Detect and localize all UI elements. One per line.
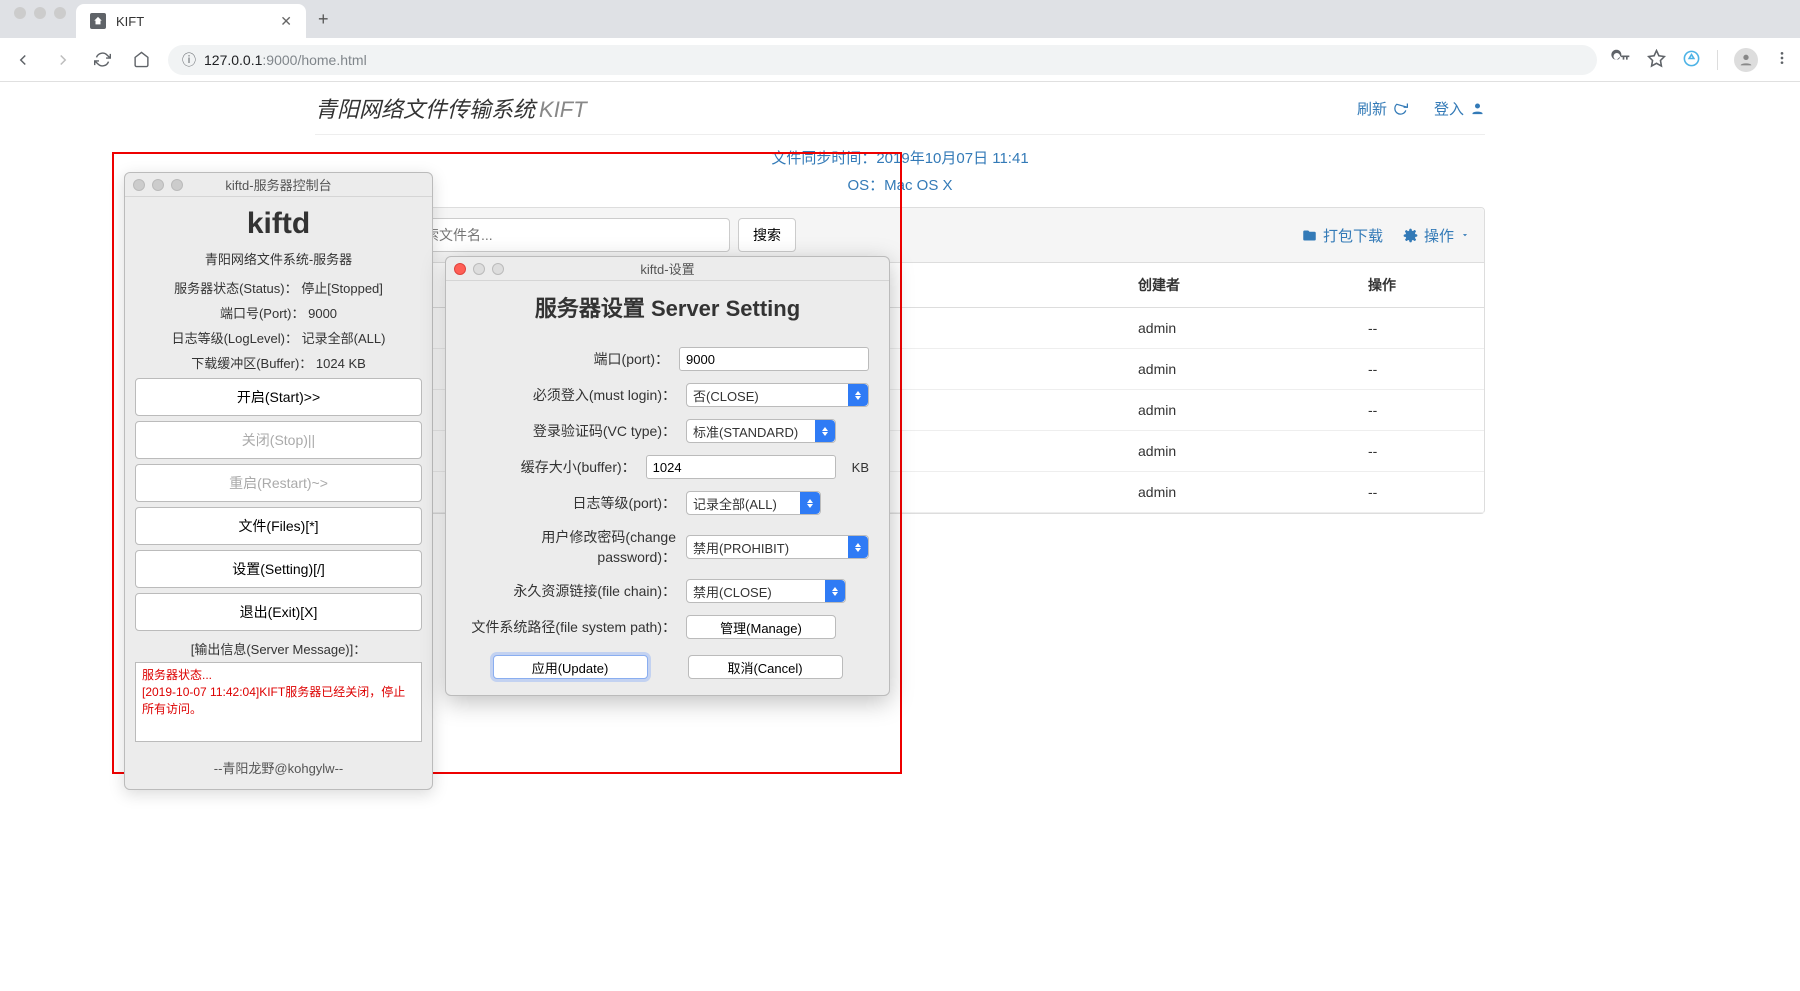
mustlogin-label: 必须登入(must login)： [466, 385, 676, 405]
os-info: OS：Mac OS X [315, 174, 1485, 207]
chevron-updown-icon [848, 536, 868, 558]
search-button[interactable]: 搜索 [738, 218, 796, 252]
buffer-unit: KB [852, 460, 869, 475]
settings-titlebar[interactable]: kiftd-设置 [446, 257, 889, 281]
mustlogin-select[interactable]: 否(CLOSE) [686, 383, 869, 407]
separator [1717, 50, 1718, 70]
chevron-updown-icon [848, 384, 868, 406]
chevron-updown-icon [800, 492, 820, 514]
chevron-updown-icon [825, 580, 845, 602]
status-line: 服务器状态(Status)： 停止[Stopped] [135, 278, 422, 297]
fspath-label: 文件系统路径(file system path)： [466, 617, 676, 637]
traffic-minimize[interactable] [34, 7, 46, 19]
tab-close-icon[interactable]: ✕ [280, 13, 292, 30]
kiftd-console-window: kiftd-服务器控制台 kiftd 青阳网络文件系统-服务器 服务器状态(St… [124, 172, 433, 790]
browser-tabstrip: KIFT ✕ + [0, 0, 1800, 38]
profile-avatar[interactable] [1734, 48, 1758, 72]
key-icon[interactable] [1611, 48, 1631, 71]
console-titlebar[interactable]: kiftd-服务器控制台 [125, 173, 432, 197]
console-footer: --青阳龙野@kohgylw-- [135, 758, 422, 777]
new-tab-button[interactable]: + [306, 9, 341, 30]
brand-title: 青阳网络文件传输系统KIFT [315, 92, 587, 124]
buffer-label: 缓存大小(buffer)： [466, 457, 636, 477]
toolbar-right [1611, 48, 1790, 72]
cell-creator: admin [1124, 431, 1354, 472]
th-action: 操作 [1354, 263, 1484, 308]
console-logo: kiftd [135, 207, 422, 241]
vctype-label: 登录验证码(VC type)： [466, 421, 676, 441]
restart-button[interactable]: 重启(Restart)~> [135, 464, 422, 502]
tab-favicon-icon [90, 13, 106, 29]
settings-heading: 服务器设置 Server Setting [446, 281, 889, 331]
address-bar[interactable]: ⓘ 127.0.0.1:9000/home.html [168, 45, 1597, 75]
cell-creator: admin [1124, 472, 1354, 513]
url-text: 127.0.0.1:9000/home.html [204, 52, 367, 68]
console-title: kiftd-服务器控制台 [125, 175, 432, 194]
settings-window: kiftd-设置 服务器设置 Server Setting 端口(port)： … [445, 256, 890, 696]
cell-action: -- [1354, 308, 1484, 349]
log-line: 日志等级(LogLevel)： 记录全部(ALL) [135, 328, 422, 347]
login-link[interactable]: 登入 [1434, 98, 1485, 119]
tab-title: KIFT [116, 14, 270, 29]
page-header: 青阳网络文件传输系统KIFT 刷新 登入 [315, 92, 1485, 135]
cell-action: -- [1354, 472, 1484, 513]
forward-button[interactable] [50, 47, 76, 73]
server-msg-label: [输出信息(Server Message)]： [135, 639, 422, 658]
buffer-line: 下载缓冲区(Buffer)： 1024 KB [135, 353, 422, 372]
stop-button[interactable]: 关闭(Stop)|| [135, 421, 422, 459]
back-button[interactable] [10, 47, 36, 73]
files-button[interactable]: 文件(Files)[*] [135, 507, 422, 545]
reload-button[interactable] [90, 47, 115, 72]
setting-button[interactable]: 设置(Setting)[/] [135, 550, 422, 588]
star-icon[interactable] [1647, 49, 1666, 71]
cell-action: -- [1354, 349, 1484, 390]
loglevel-select[interactable]: 记录全部(ALL) [686, 491, 821, 515]
filechain-select[interactable]: 禁用(CLOSE) [686, 579, 846, 603]
cell-action: -- [1354, 390, 1484, 431]
refresh-link[interactable]: 刷新 [1357, 98, 1408, 119]
home-button[interactable] [129, 47, 154, 72]
console-subtitle: 青阳网络文件系统-服务器 [135, 249, 422, 268]
exit-button[interactable]: 退出(Exit)[X] [135, 593, 422, 631]
cell-creator: admin [1124, 308, 1354, 349]
menu-icon[interactable] [1774, 50, 1790, 69]
manage-button[interactable]: 管理(Manage) [686, 615, 836, 639]
update-button[interactable]: 应用(Update) [493, 655, 648, 679]
start-button[interactable]: 开启(Start)>> [135, 378, 422, 416]
cell-creator: admin [1124, 390, 1354, 431]
filechain-label: 永久资源链接(file chain)： [466, 581, 676, 601]
loglevel-label: 日志等级(port)： [466, 493, 676, 513]
changepw-label: 用户修改密码(change password)： [466, 527, 676, 567]
traffic-zoom[interactable] [54, 7, 66, 19]
chevron-updown-icon [815, 420, 835, 442]
port-input[interactable] [679, 347, 869, 371]
changepw-select[interactable]: 禁用(PROHIBIT) [686, 535, 869, 559]
cancel-button[interactable]: 取消(Cancel) [688, 655, 843, 679]
port-label: 端口(port)： [466, 349, 669, 369]
site-info-icon[interactable]: ⓘ [182, 50, 196, 70]
vctype-select[interactable]: 标准(STANDARD) [686, 419, 836, 443]
cell-creator: admin [1124, 349, 1354, 390]
port-line: 端口号(Port)： 9000 [135, 303, 422, 322]
th-creator: 创建者 [1124, 263, 1354, 308]
action-dropdown[interactable]: 操作 [1403, 225, 1470, 246]
download-all-button[interactable]: 打包下载 [1302, 225, 1383, 246]
settings-window-title: kiftd-设置 [446, 259, 889, 278]
server-msg-box: 服务器状态... [2019-10-07 11:42:04]KIFT服务器已经关… [135, 662, 422, 742]
cell-action: -- [1354, 431, 1484, 472]
sync-time: 文件同步时间：2019年10月07日 11:41 [315, 135, 1485, 174]
browser-toolbar: ⓘ 127.0.0.1:9000/home.html [0, 38, 1800, 82]
browser-tab[interactable]: KIFT ✕ [76, 4, 306, 38]
buffer-input[interactable] [646, 455, 836, 479]
traffic-close[interactable] [14, 7, 26, 19]
extension-icon[interactable] [1682, 49, 1701, 71]
window-traffic-lights [10, 7, 76, 31]
